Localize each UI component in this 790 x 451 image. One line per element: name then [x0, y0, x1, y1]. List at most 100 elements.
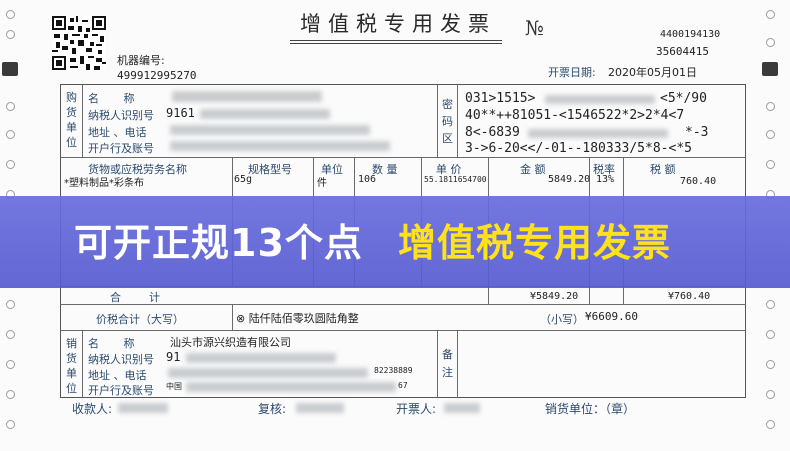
perforation-hole — [6, 330, 15, 339]
buyer-section-label: 购货单位 — [66, 91, 77, 149]
item-rate: 13% — [596, 174, 615, 185]
redacted-buyer-tax-id — [200, 109, 330, 119]
sum-amount: ¥5849.20 — [530, 291, 579, 302]
perforation-hole — [766, 38, 775, 47]
seller-bank-label: 开户行及账号 — [88, 384, 154, 397]
perforation-hole — [6, 30, 15, 39]
col-header-amount: 金 额 — [520, 163, 546, 176]
title-underline — [290, 43, 502, 44]
redacted-buyer-name — [172, 91, 322, 102]
invoice-code: 4400194130 — [660, 29, 721, 40]
perforation-hole — [766, 390, 775, 399]
grand-total-upper: ⊗ 陆仟陆佰零玖圆陆角整 — [236, 312, 359, 325]
redacted-payee — [118, 403, 168, 413]
buyer-bank-label: 开户行及账号 — [88, 142, 154, 155]
item-name: *塑料制品*彩条布 — [64, 178, 144, 189]
seller-bank-suffix: 67 — [398, 381, 408, 390]
seller-stamp-label: 销货单位：（章） — [545, 402, 636, 416]
perforation-hole — [6, 420, 15, 429]
perforation-hole — [6, 390, 15, 399]
perforation-hole — [6, 10, 15, 19]
redacted-buyer-bank — [170, 141, 390, 151]
perforation-hole — [766, 300, 775, 309]
seller-bank-prefix: 中国 — [166, 382, 182, 391]
reviewer-label: 复核: — [258, 402, 287, 416]
item-price: 55.1811654700 — [424, 175, 487, 184]
promo-text-yellow: 增值税专用发票 — [398, 221, 672, 265]
divider — [60, 157, 746, 158]
machine-no-value: 499912995270 — [117, 69, 197, 82]
sum-label: 合 计 — [110, 291, 160, 304]
seller-name-value: 汕头市源兴织造有限公司 — [170, 336, 291, 349]
seller-name-label: 名 称 — [88, 337, 135, 350]
drawer-label: 开票人: — [396, 402, 437, 416]
perforation-hole — [766, 102, 775, 111]
redacted-drawer — [444, 403, 480, 413]
buyer-address-label: 地址 、电话 — [88, 126, 147, 139]
divider — [437, 330, 438, 398]
remark-label: 备注 — [442, 348, 453, 379]
issue-date-value: 2020年05月01日 — [608, 66, 697, 79]
divider — [82, 84, 83, 157]
cipher-section-label: 密码区 — [442, 98, 453, 145]
perforation-hole — [766, 10, 775, 19]
redacted-seller-bank — [186, 382, 396, 392]
col-header-spec: 规格型号 — [248, 163, 292, 176]
perforation-hole — [6, 300, 15, 309]
issue-date-label: 开票日期: — [548, 66, 596, 79]
invoice-number-symbol: № — [525, 16, 544, 40]
redacted-seller-address — [168, 368, 368, 378]
seller-address-label: 地址 、电话 — [88, 369, 147, 382]
divider — [232, 304, 233, 330]
invoice-title: 增值税专用发票 — [300, 12, 496, 36]
divider — [437, 84, 438, 157]
perforation-hole — [766, 330, 775, 339]
cipher-line-3-end: *-3 — [685, 125, 709, 140]
perforation-hole — [766, 420, 775, 429]
seller-tax-id-label: 纳税人识别号 — [88, 353, 154, 366]
perforation-hole — [6, 160, 15, 169]
grand-total-small: ¥6609.60 — [585, 310, 638, 323]
redacted-cipher — [528, 129, 668, 138]
divider — [60, 330, 746, 331]
qr-code-icon — [52, 16, 106, 70]
perforation-hole — [6, 102, 15, 111]
machine-no-label: 机器编号: — [117, 54, 165, 67]
seller-section-label: 销货单位 — [66, 337, 77, 395]
col-header-tax: 税 额 — [650, 163, 676, 176]
item-amount: 5849.20 — [548, 174, 591, 185]
divider — [457, 84, 458, 157]
perforation-hole — [6, 130, 15, 139]
cipher-line-2: 40**++81051-<1546522*2>2*4<7 — [465, 108, 685, 123]
redacted-cipher — [545, 95, 655, 104]
grand-total-small-label: （小写） — [540, 313, 584, 326]
cipher-line-4: 3->6-20<</-01--180333/5*8-<*5 — [465, 141, 692, 156]
invoice-number: 35604415 — [656, 45, 709, 58]
divider — [457, 330, 458, 398]
item-tax: 760.40 — [680, 176, 717, 187]
divider — [60, 304, 746, 305]
item-spec: 65g — [234, 174, 253, 185]
buyer-name-label: 名 称 — [88, 92, 135, 105]
promo-text-white: 可开正规13个点 — [74, 221, 363, 265]
cipher-line-1-end: <5*/90 — [660, 91, 707, 106]
perforation-hole — [766, 130, 775, 139]
perforation-hole — [6, 360, 15, 369]
perforation-hole — [766, 360, 775, 369]
redacted-buyer-address — [170, 125, 370, 135]
tractor-mark — [762, 62, 778, 76]
sum-tax: ¥760.40 — [668, 291, 711, 302]
perforation-hole — [766, 160, 775, 169]
tractor-mark — [2, 62, 18, 76]
payee-label: 收款人: — [72, 402, 113, 416]
divider — [82, 330, 83, 398]
item-qty: 106 — [358, 174, 377, 185]
grand-total-upper-label: 价税合计（大写） — [96, 313, 184, 326]
cipher-line-3: 8<-6839 — [465, 125, 520, 140]
redacted-reviewer — [296, 403, 344, 413]
seller-phone: 82238889 — [374, 366, 413, 375]
cipher-line-1: 031>1515> — [465, 91, 536, 106]
buyer-tax-id-value: 9161 — [166, 106, 195, 120]
redacted-seller-tax-id — [186, 353, 336, 363]
buyer-tax-id-label: 纳税人识别号 — [88, 109, 154, 122]
